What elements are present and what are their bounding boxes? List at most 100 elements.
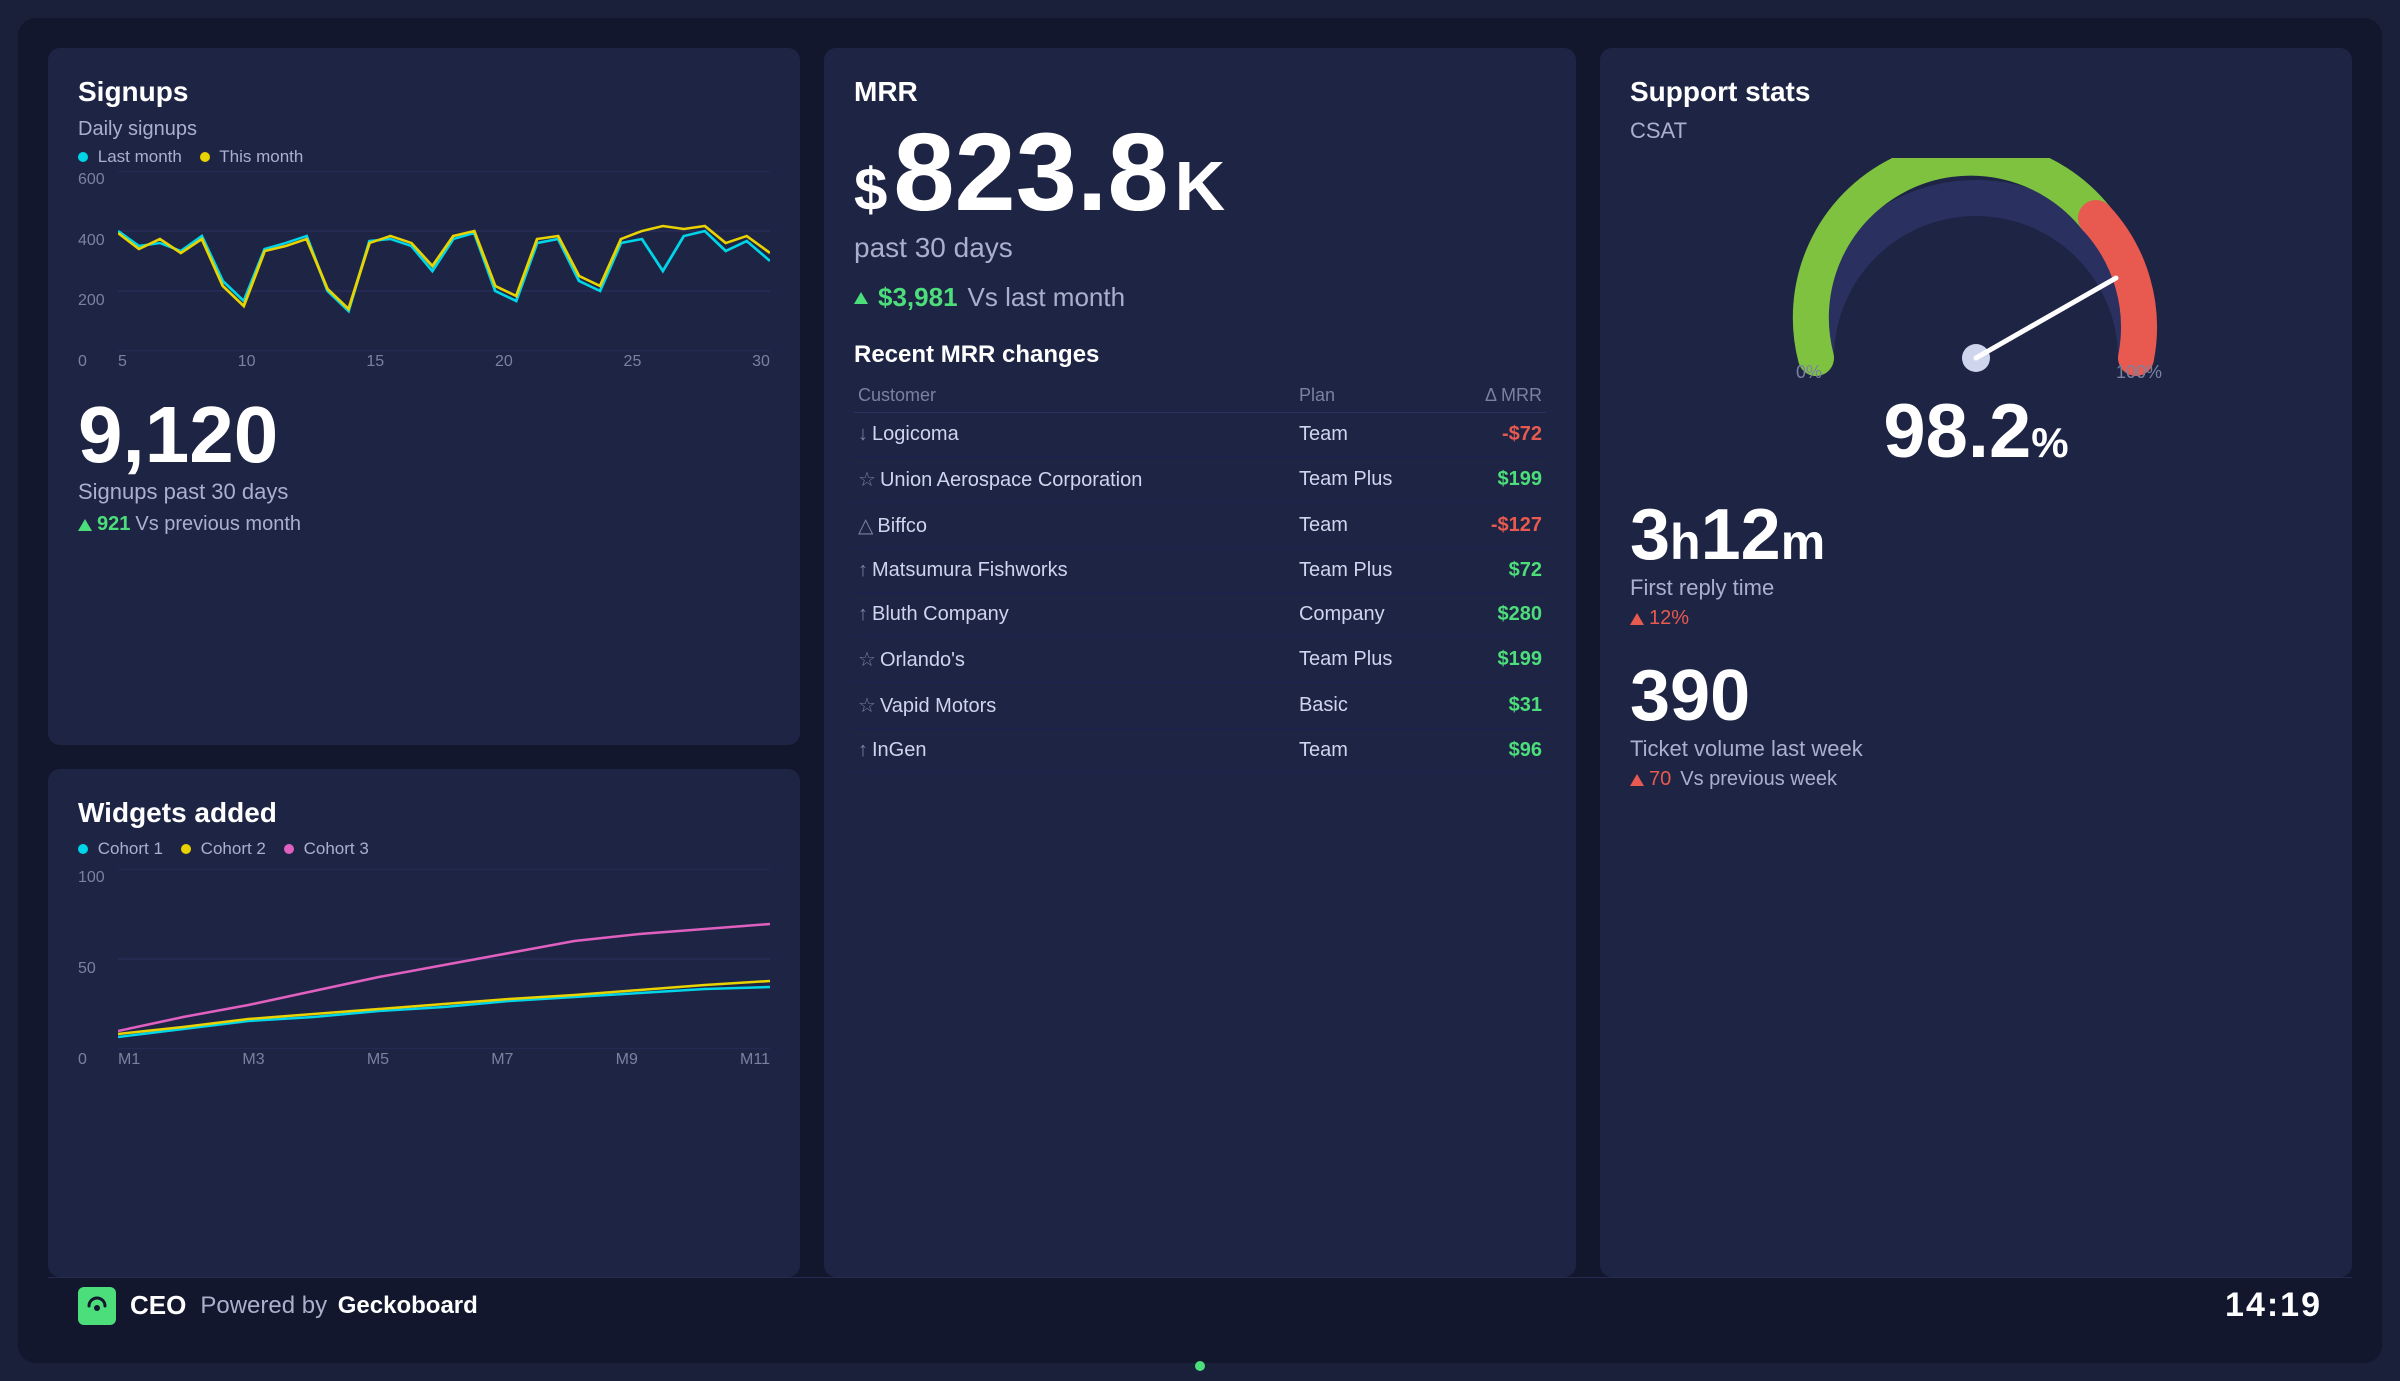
- mrr-amount-display: $ 823.8 K: [854, 118, 1546, 228]
- widgets-y-labels: 100 50 0: [78, 869, 116, 1069]
- reply-m-unit: m: [1781, 514, 1825, 570]
- ticket-delta-value: 70: [1649, 768, 1671, 791]
- signups-delta-label: Vs previous month: [135, 513, 301, 536]
- mrr-customer: ☆Vapid Motors: [854, 683, 1295, 729]
- mrr-currency: $: [854, 160, 887, 220]
- mrr-delta-cell: $280: [1448, 593, 1546, 637]
- table-row: ↑InGen Team $96: [854, 729, 1546, 773]
- mrr-plan: Team Plus: [1295, 457, 1448, 503]
- widgets-chart: 100 50 0: [78, 869, 770, 1069]
- cohort2-dot: [181, 844, 191, 854]
- signups-y-labels: 600 400 200 0: [78, 171, 116, 371]
- signups-title: Signups: [78, 76, 770, 108]
- csat-value-display: 98.2%: [1630, 388, 2322, 475]
- mrr-panel: MRR $ 823.8 K past 30 days $3,981 Vs las…: [824, 48, 1576, 1277]
- support-title: Support stats: [1630, 76, 2322, 108]
- mrr-suffix: K: [1175, 151, 1226, 221]
- mrr-title: MRR: [854, 76, 1546, 108]
- signups-chart-label: Daily signups: [78, 118, 770, 141]
- mrr-customer: ↓Logicoma: [854, 413, 1295, 457]
- mrr-col-customer: Customer: [854, 379, 1295, 413]
- signups-chart-area: [118, 171, 770, 351]
- svg-text:100%: 100%: [2116, 362, 2162, 378]
- signups-legend: Last month This month: [78, 147, 770, 167]
- last-month-dot: [78, 152, 88, 162]
- reply-h-unit: h: [1670, 514, 1701, 570]
- cohort1-dot: [78, 844, 88, 854]
- mrr-period: past 30 days: [854, 232, 1546, 264]
- signups-x-labels: 5 10 15 20 25 30: [118, 353, 770, 371]
- mrr-customer: △Biffco: [854, 503, 1295, 549]
- svg-text:0%: 0%: [1796, 362, 1822, 378]
- mrr-plan: Basic: [1295, 683, 1448, 729]
- legend-this-month: This month: [200, 147, 304, 167]
- mrr-delta-arrow: [854, 292, 868, 304]
- reply-time-m: 12: [1701, 495, 1781, 575]
- table-row: ↓Logicoma Team -$72: [854, 413, 1546, 457]
- signups-chart: 600 400 200 0: [78, 171, 770, 371]
- widgets-chart-area: [118, 869, 770, 1049]
- ticket-label: Ticket volume last week: [1630, 736, 2322, 762]
- cohort1-legend: Cohort 1: [78, 839, 163, 859]
- csat-unit: %: [2031, 419, 2068, 466]
- brand-logo: [78, 1287, 116, 1325]
- signups-big-label: Signups past 30 days: [78, 479, 770, 505]
- csat-label: CSAT: [1630, 118, 2322, 144]
- brand-name: CEO: [130, 1290, 186, 1321]
- csat-gauge: 0% 100%: [1630, 158, 2322, 378]
- ticket-volume-display: 390: [1630, 660, 2322, 732]
- table-row: ☆Orlando's Team Plus $199: [854, 637, 1546, 683]
- mrr-plan: Team Plus: [1295, 637, 1448, 683]
- mrr-delta-cell: $72: [1448, 549, 1546, 593]
- clock: 14:19: [2225, 1286, 2322, 1325]
- bottom-indicator: [1195, 1361, 1205, 1371]
- reply-delta-icon: [1630, 613, 1644, 625]
- cohort3-legend: Cohort 3: [284, 839, 369, 859]
- table-row: ↑Matsumura Fishworks Team Plus $72: [854, 549, 1546, 593]
- cohort3-dot: [284, 844, 294, 854]
- table-row: ☆Union Aerospace Corporation Team Plus $…: [854, 457, 1546, 503]
- mrr-customer: ☆Union Aerospace Corporation: [854, 457, 1295, 503]
- signups-delta-arrow: [78, 519, 92, 531]
- ticket-delta: 70 Vs previous week: [1630, 768, 2322, 791]
- reply-time-display: 3h12m: [1630, 499, 2322, 571]
- mrr-section-title: Recent MRR changes: [854, 341, 1546, 369]
- mrr-delta-cell: -$127: [1448, 503, 1546, 549]
- mrr-customer: ↑Bluth Company: [854, 593, 1295, 637]
- mrr-plan: Team: [1295, 413, 1448, 457]
- mrr-plan: Company: [1295, 593, 1448, 637]
- reply-delta-value: 12%: [1649, 607, 1689, 630]
- signups-big-number: 9,120: [78, 395, 770, 475]
- mrr-col-delta: Δ MRR: [1448, 379, 1546, 413]
- support-panel: Support stats CSAT 0% 1: [1600, 48, 2352, 1277]
- this-month-dot: [200, 152, 210, 162]
- reply-label: First reply time: [1630, 575, 2322, 601]
- mrr-customer: ↑Matsumura Fishworks: [854, 549, 1295, 593]
- cohort2-legend: Cohort 2: [181, 839, 266, 859]
- mrr-delta-cell: $199: [1448, 457, 1546, 503]
- mrr-col-plan: Plan: [1295, 379, 1448, 413]
- mrr-delta-cell: -$72: [1448, 413, 1546, 457]
- table-row: △Biffco Team -$127: [854, 503, 1546, 549]
- signups-panel: Signups Daily signups Last month This mo…: [48, 48, 800, 745]
- branding: CEO Powered by Geckoboard: [78, 1287, 478, 1325]
- widgets-x-labels: M1 M3 M5 M7 M9 M11: [118, 1051, 770, 1069]
- table-row: ↑Bluth Company Company $280: [854, 593, 1546, 637]
- reply-time-h: 3: [1630, 495, 1670, 575]
- ticket-delta-icon: [1630, 774, 1644, 786]
- mrr-delta-cell: $199: [1448, 637, 1546, 683]
- mrr-delta-cell: $96: [1448, 729, 1546, 773]
- mrr-plan: Team Plus: [1295, 549, 1448, 593]
- mrr-table: Customer Plan Δ MRR ↓Logicoma Team -$72 …: [854, 379, 1546, 773]
- mrr-plan: Team: [1295, 503, 1448, 549]
- reply-delta: 12%: [1630, 607, 2322, 630]
- mrr-plan: Team: [1295, 729, 1448, 773]
- widgets-panel: Widgets added Cohort 1 Cohort 2 Cohort 3…: [48, 769, 800, 1278]
- widgets-title: Widgets added: [78, 797, 770, 829]
- main-grid: Signups Daily signups Last month This mo…: [48, 48, 2352, 1277]
- mrr-delta: $3,981 Vs last month: [854, 282, 1546, 313]
- legend-last-month: Last month: [78, 147, 182, 167]
- csat-value: 98.2: [1883, 389, 2031, 474]
- bottom-bar: CEO Powered by Geckoboard 14:19: [48, 1277, 2352, 1333]
- signups-delta: 921 Vs previous month: [78, 513, 770, 536]
